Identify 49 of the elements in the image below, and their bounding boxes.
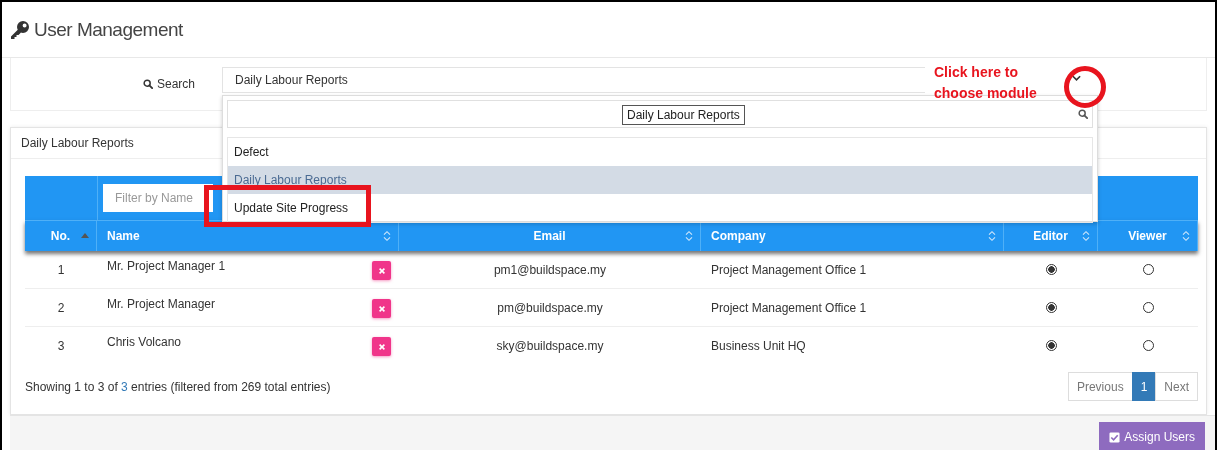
- page-button[interactable]: Next: [1155, 372, 1198, 401]
- editor-radio[interactable]: [1045, 264, 1057, 275]
- filter-field[interactable]: Filter by Name: [103, 184, 213, 212]
- table-cell: sky@buildspace.my: [496, 338, 604, 353]
- viewer-radio[interactable]: [1142, 340, 1154, 351]
- table-cell: Chris Volcano: [107, 335, 182, 349]
- page-button[interactable]: Previous: [1067, 372, 1133, 401]
- table-cell: 1: [57, 262, 65, 277]
- search-label: Search: [156, 77, 195, 91]
- page-title: User Management: [34, 18, 183, 41]
- table-cell: Mr. Project Manager 1: [107, 259, 226, 273]
- dropdown-option[interactable]: Daily Labour Reports: [228, 166, 1092, 194]
- dropdown-option[interactable]: Update Site Progress: [228, 194, 1092, 222]
- editor-radio[interactable]: [1045, 340, 1057, 351]
- table-cell: pm@buildspace.my: [497, 300, 603, 315]
- dropdown-option[interactable]: Defect: [228, 138, 1092, 166]
- viewer-radio[interactable]: [1142, 264, 1154, 275]
- table-cell: Mr. Project Manager: [107, 297, 216, 311]
- column-header[interactable]: No.: [25, 221, 97, 251]
- entries-link[interactable]: 3: [121, 379, 128, 394]
- viewer-radio[interactable]: [1142, 302, 1154, 313]
- remove-button[interactable]: [372, 299, 391, 318]
- close-icon: [377, 266, 386, 275]
- remove-button[interactable]: [372, 337, 391, 356]
- card-title: Daily Labour Reports: [21, 136, 134, 150]
- remove-button[interactable]: [372, 261, 391, 280]
- checkbox-icon: [1109, 431, 1121, 443]
- caret-icon[interactable]: [1072, 75, 1081, 81]
- module-select[interactable]: Daily Labour Reports: [222, 67, 925, 93]
- entries-info: Showing 1 to 3 of 3 entries (filtered from 269 total entries): [25, 379, 331, 394]
- table-cell: 2: [57, 300, 65, 315]
- search-icon: [142, 79, 153, 89]
- close-icon: [377, 342, 386, 351]
- editor-radio[interactable]: [1045, 302, 1057, 313]
- dropdown-search-field[interactable]: [227, 100, 1093, 128]
- table-cell: Project Management Office 1: [711, 300, 867, 315]
- search-icon: [1078, 109, 1088, 119]
- table-cell: 3: [57, 338, 65, 353]
- highlight-circle: [1064, 66, 1106, 108]
- table-cell: Business Unit HQ: [711, 338, 806, 353]
- annotation-text: choose module: [934, 84, 1037, 103]
- assign-users-button[interactable]: Assign Users: [1099, 422, 1205, 450]
- table-cell: pm1@buildspace.my: [493, 262, 607, 277]
- column-header[interactable]: Viewer: [1098, 221, 1198, 251]
- close-icon: [377, 304, 386, 313]
- annotation-text: Click here to: [934, 63, 1020, 82]
- table-cell: Project Management Office 1: [711, 262, 867, 277]
- key-icon: [10, 19, 30, 40]
- tooltip: Daily Labour Reports: [622, 105, 745, 125]
